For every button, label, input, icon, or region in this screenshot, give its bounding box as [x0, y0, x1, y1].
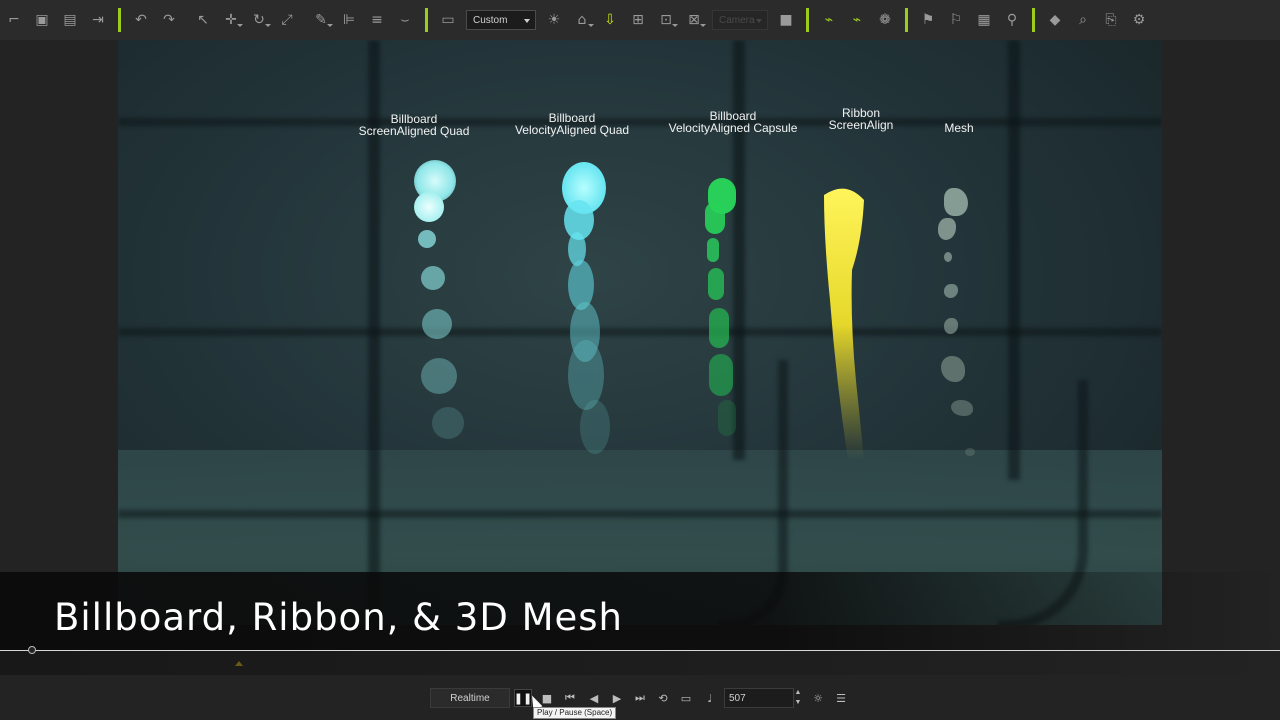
align-icon[interactable]: ⊫	[336, 7, 362, 33]
grid-line	[118, 118, 1162, 126]
loop-icon[interactable]: ⟲	[654, 689, 672, 707]
frame-icon[interactable]: ⊞	[625, 7, 651, 33]
3d-viewport[interactable]: Billboard ScreenAligned Quad Billboard Vel…	[118, 40, 1162, 625]
subtitle-icon[interactable]: ▭	[677, 689, 695, 707]
timeline-track[interactable]	[0, 650, 1280, 651]
frame-selected-icon[interactable]: ⊠	[681, 7, 707, 33]
toolbar-separator	[118, 8, 121, 32]
camera-icon[interactable]: ■	[773, 7, 799, 33]
visibility-icon[interactable]: ⌣	[392, 7, 418, 33]
fit-icon[interactable]: ⇩	[597, 7, 623, 33]
step-back-icon[interactable]: ◀	[585, 689, 603, 707]
timeline-panel-icon[interactable]: ☰	[832, 689, 850, 707]
undo-icon[interactable]: ↶	[128, 7, 154, 33]
layout-icon[interactable]: ▭	[435, 7, 461, 33]
label-mesh: Mesh	[944, 121, 974, 135]
toolbar-separator	[425, 8, 428, 32]
label-screenaligned-quad: Billboard ScreenAligned Quad	[358, 112, 470, 138]
preview-icon[interactable]: ▤	[57, 7, 83, 33]
redo-icon[interactable]: ↷	[156, 7, 182, 33]
skip-start-icon[interactable]: ⏮	[561, 689, 579, 707]
view-preset-select[interactable]: Custom	[466, 10, 536, 30]
settings-icon[interactable]: ⚙	[1126, 7, 1152, 33]
path-icon[interactable]: ⌁	[816, 7, 842, 33]
toolbar-separator	[806, 8, 809, 32]
timeline-playhead[interactable]	[28, 646, 36, 654]
realtime-toggle[interactable]: Realtime	[430, 688, 510, 708]
grid-line	[118, 328, 1162, 336]
effect-icon[interactable]: ❁	[872, 7, 898, 33]
label-velocityaligned-quad: Billboard VelocityAligned Quad	[514, 111, 630, 137]
snap-icon[interactable]: ✎	[308, 7, 334, 33]
playback-bar: Realtime ❚❚ ■ ⏮ ◀ ▶ ⏭ ⟲ ▭ ♩ 507 ▲ ▼ ☼ ☰	[0, 688, 1280, 710]
save-icon[interactable]: ▣	[29, 7, 55, 33]
timeline-shade	[0, 651, 1280, 675]
keyframe-icon[interactable]: ◆	[1042, 7, 1068, 33]
export-scene-icon[interactable]: ⎘	[1098, 7, 1124, 33]
link-icon[interactable]: ⚲	[999, 7, 1025, 33]
gizmo-icon[interactable]: ⚑	[915, 7, 941, 33]
app-window: ⌐ ▣ ▤ ⇥ ↶ ↷ ↖ ✛ ↻ ⤢ ✎ ⊫ ≡ ⌣ ▭ Custom ☀ ⌂…	[0, 0, 1280, 720]
toolbar-separator	[905, 8, 908, 32]
move-icon[interactable]: ✛	[218, 7, 244, 33]
toolbar-separator	[1032, 8, 1035, 32]
main-toolbar: ⌐ ▣ ▤ ⇥ ↶ ↷ ↖ ✛ ↻ ⤢ ✎ ⊫ ≡ ⌣ ▭ Custom ☀ ⌂…	[0, 0, 1280, 40]
open-icon[interactable]: ⌐	[1, 7, 27, 33]
light-icon[interactable]: ☀	[541, 7, 567, 33]
select-icon[interactable]: ↖	[190, 7, 216, 33]
label-velocityaligned-capsule: Billboard VelocityAligned Capsule	[668, 109, 798, 135]
distribute-icon[interactable]: ≡	[364, 7, 390, 33]
play-pause-tooltip: Play / Pause (Space)	[533, 707, 617, 719]
rotate-icon[interactable]: ↻	[246, 7, 272, 33]
step-forward-icon[interactable]: ▶	[608, 689, 626, 707]
clipboard-icon[interactable]: ▦	[971, 7, 997, 33]
bone-icon[interactable]: ⌁	[844, 7, 870, 33]
search-icon[interactable]: ⌕	[1070, 7, 1096, 33]
home-icon[interactable]: ⌂	[569, 7, 595, 33]
zoom-extents-icon[interactable]: ⊡	[653, 7, 679, 33]
scale-icon[interactable]: ⤢	[274, 7, 300, 33]
frame-number-field[interactable]: 507	[724, 688, 794, 708]
flag-icon[interactable]: ⚐	[943, 7, 969, 33]
camera-select[interactable]: Camera	[712, 10, 768, 30]
timeline-marker	[235, 661, 243, 666]
frame-spinner[interactable]: ▲ ▼	[794, 688, 802, 708]
video-caption: Billboard, Ribbon, & 3D Mesh	[54, 596, 623, 639]
export-icon[interactable]: ⇥	[85, 7, 111, 33]
playback-settings-icon[interactable]: ☼	[809, 689, 827, 707]
label-ribbon-screenalign: Ribbon ScreenAlign	[828, 106, 894, 132]
audio-icon[interactable]: ♩	[701, 689, 719, 707]
skip-end-icon[interactable]: ⏭	[631, 689, 649, 707]
